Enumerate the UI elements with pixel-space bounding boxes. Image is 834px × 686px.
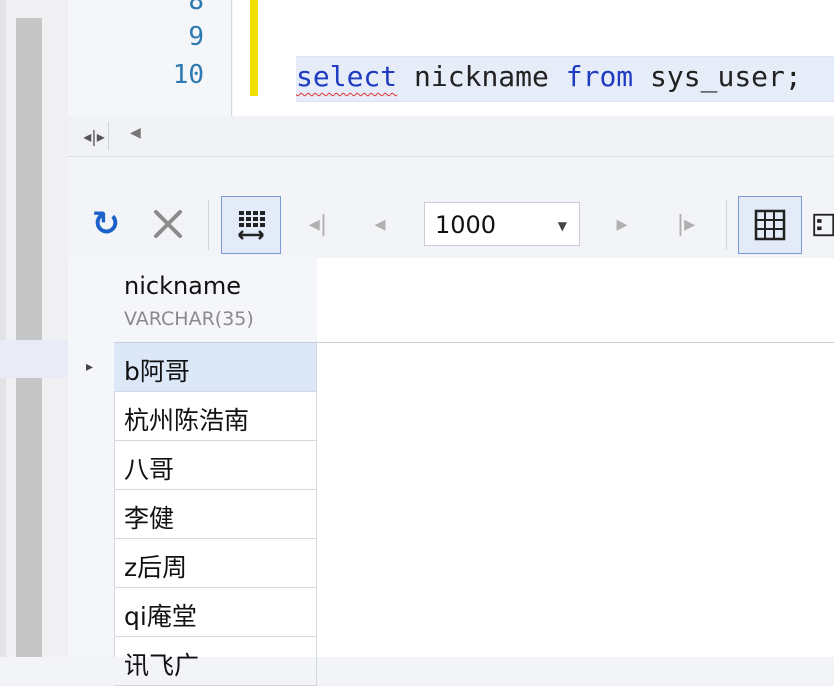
spacer bbox=[68, 157, 834, 192]
grid-cell[interactable]: b阿哥 bbox=[114, 343, 317, 392]
code-table: sys_user; bbox=[650, 60, 802, 93]
grid-cell[interactable]: 八哥 bbox=[114, 441, 317, 490]
line-number: 10 bbox=[172, 60, 204, 90]
left-panel bbox=[0, 0, 68, 657]
keyword-from: from bbox=[565, 60, 634, 93]
result-rows: b阿哥 杭州陈浩南 八哥 李健 z后周 qi庵堂 讯飞广 bbox=[114, 343, 317, 686]
toolbar-separator bbox=[726, 200, 727, 250]
editor-hscroll: ◂|▸ ◀ bbox=[68, 116, 834, 157]
cancel-icon[interactable] bbox=[146, 204, 190, 244]
line-number: 9 bbox=[188, 22, 204, 52]
row-limit-value: 1000 bbox=[435, 211, 497, 239]
result-grid: ▸ nickname VARCHAR(35) b阿哥 杭州陈浩南 八哥 李健 z… bbox=[68, 258, 834, 686]
change-marker bbox=[250, 0, 258, 96]
line-number-gutter: 8 9 10 bbox=[68, 0, 233, 116]
current-row-arrow-icon: ▸ bbox=[86, 359, 94, 375]
prev-page-icon[interactable]: ◂ bbox=[362, 206, 398, 242]
keyword-select: select bbox=[296, 60, 398, 93]
grid-view-button[interactable] bbox=[738, 196, 802, 254]
grid-cell[interactable]: 杭州陈浩南 bbox=[114, 392, 317, 441]
code-line[interactable]: select nickname from sys_user; bbox=[296, 60, 802, 93]
grid-cell[interactable]: z后周 bbox=[114, 539, 317, 588]
left-highlight bbox=[0, 340, 68, 378]
first-page-icon[interactable]: ◂| bbox=[300, 206, 336, 242]
empty-header-area bbox=[317, 258, 834, 343]
scroll-left-icon[interactable]: ◀ bbox=[130, 125, 141, 141]
line-number: 8 bbox=[188, 0, 204, 16]
sql-editor[interactable]: 8 9 10 select nickname from sys_user; bbox=[68, 0, 834, 116]
column-header-nickname[interactable]: nickname VARCHAR(35) bbox=[114, 258, 318, 343]
row-limit-select[interactable]: 1000 ▼ bbox=[424, 202, 580, 246]
fetch-all-icon bbox=[238, 211, 265, 240]
toolbar-separator bbox=[208, 200, 209, 250]
fetch-all-button[interactable] bbox=[221, 196, 281, 254]
split-handle-icon[interactable]: ◂|▸ bbox=[80, 122, 109, 150]
form-view-icon bbox=[813, 213, 834, 237]
next-page-icon[interactable]: ▸ bbox=[604, 206, 640, 242]
row-header-column bbox=[68, 258, 115, 657]
results-toolbar: ↻ ◂| ◂ 1000 ▼ ▸ |▸ bbox=[68, 192, 834, 258]
form-view-button[interactable] bbox=[812, 200, 834, 250]
left-scrollbar[interactable] bbox=[16, 18, 42, 657]
grid-cell[interactable]: qi庵堂 bbox=[114, 588, 317, 637]
left-edge bbox=[0, 0, 6, 657]
column-type: VARCHAR(35) bbox=[124, 308, 254, 330]
chevron-down-icon: ▼ bbox=[557, 219, 567, 233]
refresh-icon[interactable]: ↻ bbox=[86, 204, 126, 244]
last-page-icon[interactable]: |▸ bbox=[668, 206, 704, 242]
code-column: nickname bbox=[414, 60, 549, 93]
gutter-divider bbox=[231, 0, 232, 116]
grid-cell[interactable]: 讯飞广 bbox=[114, 637, 317, 686]
column-name: nickname bbox=[124, 272, 242, 300]
grid-cell[interactable]: 李健 bbox=[114, 490, 317, 539]
grid-icon bbox=[754, 209, 786, 241]
